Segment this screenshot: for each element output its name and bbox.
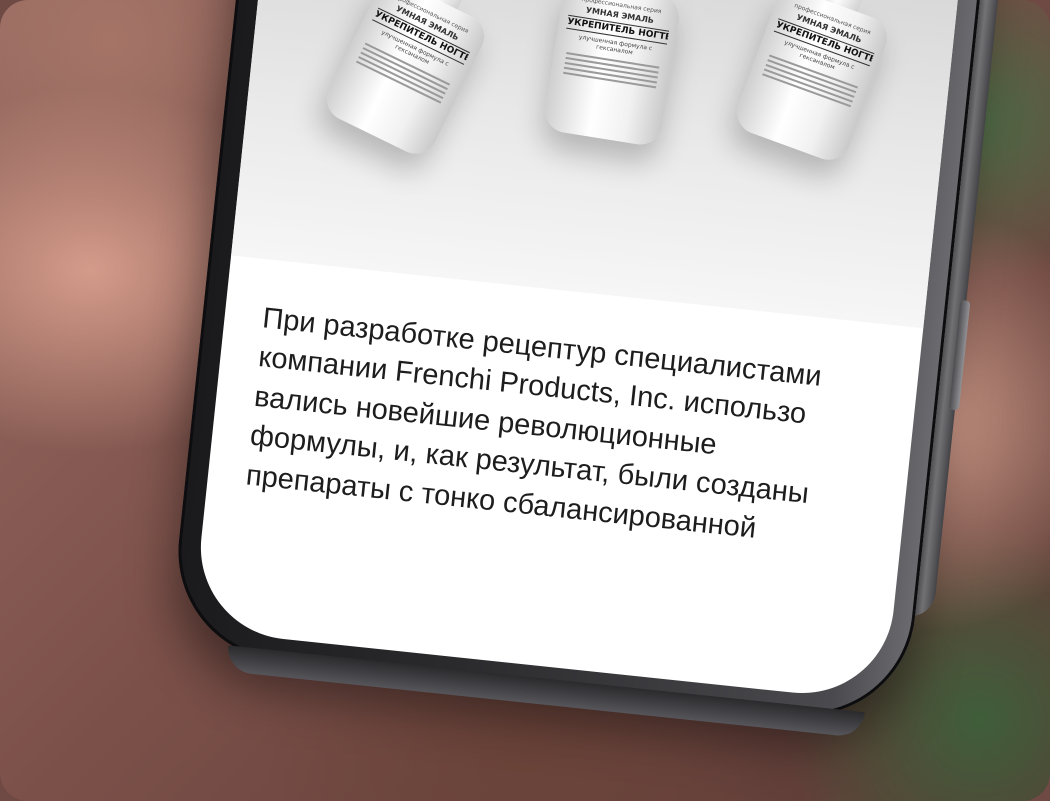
- phone-screen: профессиональная серия УМНАЯ ЭМАЛЬ УКРЕП…: [191, 0, 969, 703]
- bottle-label: профессиональная серия УМНАЯ ЭМАЛЬ УКРЕП…: [319, 0, 492, 161]
- nail-strengthener-bottle: профессиональная серия УМНАЯ ЭМАЛЬ УКРЕП…: [319, 0, 532, 161]
- product-photo: профессиональная серия УМНАЯ ЭМАЛЬ УКРЕП…: [231, 0, 969, 329]
- nail-strengthener-bottle: профессиональная серия УМНАЯ ЭМАЛЬ УКРЕП…: [731, 0, 916, 166]
- blurred-hand-background: профессиональная серия УМНАЯ ЭМАЛЬ УКРЕП…: [0, 0, 1050, 801]
- product-description: При разработке рецептур специалистами ко…: [244, 299, 824, 554]
- bottle-label: профессиональная серия УМНАЯ ЭМАЛЬ УКРЕП…: [542, 0, 683, 148]
- phone-mockup: профессиональная серия УМНАЯ ЭМАЛЬ УКРЕП…: [167, 0, 1007, 739]
- bottle-label: профессиональная серия УМНАЯ ЭМАЛЬ УКРЕП…: [731, 0, 894, 166]
- nail-strengthener-bottle: профессиональная серия УМНАЯ ЭМАЛЬ УКРЕП…: [542, 0, 683, 148]
